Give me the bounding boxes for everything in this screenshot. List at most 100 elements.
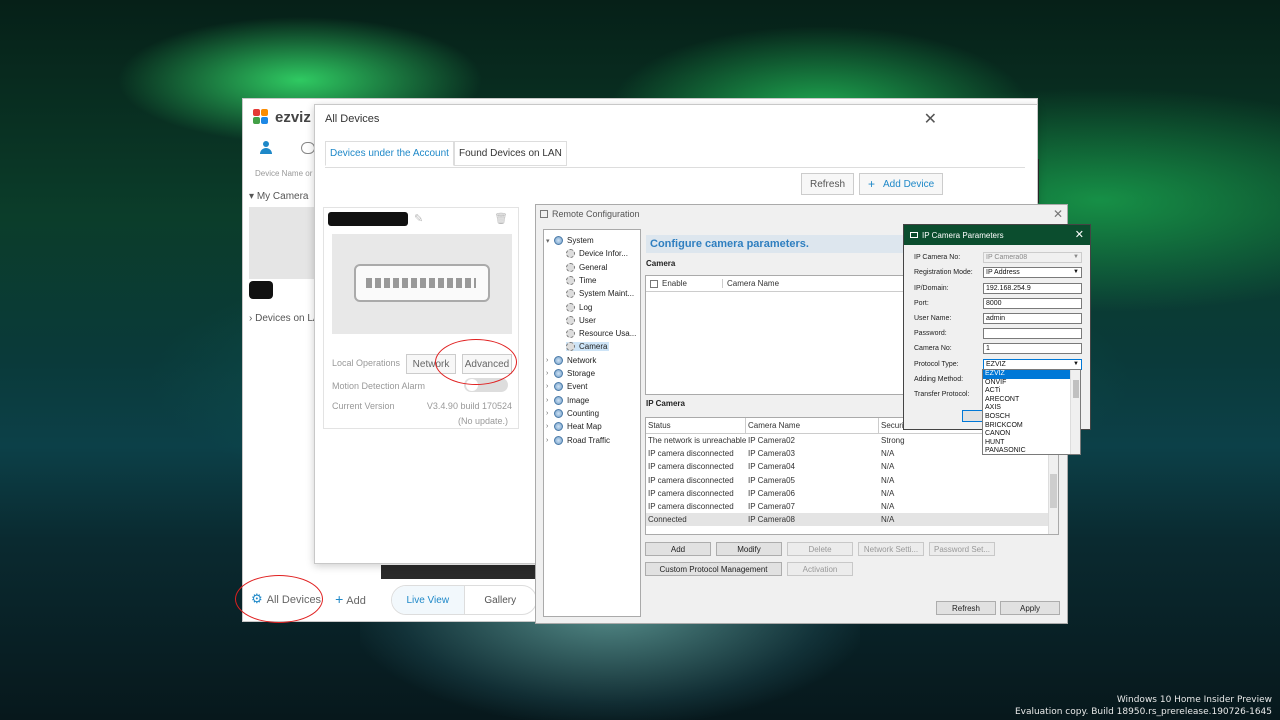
table-row[interactable]: IP camera disconnected IP Camera06 N/A [646,487,1058,500]
security-cell: N/A [881,462,895,472]
tree-item-log[interactable]: Log [566,302,594,312]
ezviz-side-nav [243,135,315,161]
expand-icon[interactable]: › [546,437,554,444]
gear-icon [566,275,575,285]
custom-protocol-button[interactable]: Custom Protocol Management [645,562,782,576]
modify-button[interactable]: Modify [716,542,782,556]
port-input[interactable]: 8000 [983,298,1082,309]
tab-found-devices-on-lan[interactable]: Found Devices on LAN [453,141,567,166]
add-button[interactable]: + Add [335,591,366,607]
expand-icon[interactable]: › [546,423,554,430]
expand-icon[interactable]: › [546,397,554,404]
protocol-option[interactable]: CANON [983,430,1080,439]
password-settings-button[interactable]: Password Set... [929,542,995,556]
ip-camera-no-select[interactable]: IP Camera08 ▼ [983,252,1082,263]
table-row[interactable]: Connected IP Camera08 N/A [646,513,1058,527]
tree-item-network[interactable]: › Network [546,355,598,365]
current-version-label: Current Version [332,401,395,411]
tree-item-time[interactable]: Time [566,275,598,285]
tree-item-system[interactable]: ▾ System [546,236,596,245]
tree-item-label: Time [579,275,597,285]
tree-item-device-infor[interactable]: Device Infor... [566,249,630,259]
protocol-option[interactable]: AXIS [983,404,1080,413]
registration-mode-select[interactable]: IP Address ▼ [983,267,1082,278]
tab-devices-under-account[interactable]: Devices under the Account [325,141,454,166]
expand-icon[interactable]: › [546,383,554,390]
close-icon[interactable]: ✕ [1053,207,1063,221]
view-switch: Live View Gallery [391,585,537,615]
protocol-option[interactable]: EZVIZ [983,370,1080,379]
camera-table-header: Enable Camera Name [646,276,944,292]
delete-button[interactable]: Delete [787,542,853,556]
delete-icon[interactable]: 🗑 [494,212,508,225]
tree-item-heat-map[interactable]: › Heat Map [546,422,604,432]
devices-on-lan-group[interactable]: › Devices on LA [249,313,320,324]
tree-item-general[interactable]: General [566,262,609,272]
enable-checkbox[interactable] [650,279,658,288]
close-icon[interactable]: ✕ [1075,228,1084,241]
my-camera-group[interactable]: ▾ My Camera [249,191,309,202]
device-search-input[interactable]: Device Name or [255,169,312,178]
tree-item-user[interactable]: User [566,315,598,325]
protocol-option[interactable]: ONVIF [983,379,1080,388]
tree-item-system-maint[interactable]: System Maint... [566,289,636,299]
ip-camera-no-label: IP Camera No: [914,254,961,261]
tree-item-road-traffic[interactable]: › Road Traffic [546,435,612,445]
tree-item-label: Storage [567,369,596,378]
expand-icon[interactable]: › [546,357,554,364]
tree-item-label: User [579,315,596,325]
password-input[interactable] [983,328,1082,339]
protocol-option[interactable]: BOSCH [983,413,1080,422]
ok-button[interactable] [962,410,984,422]
protocol-option[interactable]: BRICKCOM [983,422,1080,431]
network-settings-button[interactable]: Network Setti... [858,542,924,556]
activation-button[interactable]: Activation [787,562,853,576]
tree-item-counting[interactable]: › Counting [546,408,601,418]
ip-domain-input[interactable]: 192.168.254.9 [983,283,1082,294]
refresh-button[interactable]: Refresh [801,173,855,195]
status-cell: IP camera disconnected [648,488,734,498]
version-value: V3.4.90 build 170524 [426,401,512,411]
close-icon[interactable]: ✕ [924,109,937,129]
ip-domain-label: IP/Domain: [914,285,949,292]
table-row[interactable]: IP camera disconnected IP Camera05 N/A [646,474,1058,487]
add-button[interactable]: Add [645,542,711,556]
camera-name-cell: IP Camera06 [748,488,795,498]
tree-item-image[interactable]: › Image [546,395,591,405]
redacted-device-name [328,212,408,226]
tab-live-view[interactable]: Live View [392,586,464,614]
tree-item-event[interactable]: › Event [546,382,589,392]
col-status: Status [646,418,746,433]
protocol-option[interactable]: ARECONT [983,396,1080,405]
refresh-button[interactable]: Refresh [936,601,996,615]
status-cell: Connected [648,515,687,525]
protocol-option[interactable]: ACTi [983,387,1080,396]
tree-item-storage[interactable]: › Storage [546,369,597,378]
motion-alarm-label: Motion Detection Alarm [332,381,426,391]
gear-icon [566,302,575,312]
table-row[interactable]: IP camera disconnected IP Camera07 N/A [646,500,1058,513]
expand-icon[interactable]: › [546,370,554,377]
camera-thumbnail[interactable] [249,207,315,279]
user-icon[interactable] [259,141,273,155]
globe-icon [554,355,563,365]
status-cell: IP camera disconnected [648,475,734,485]
apply-button[interactable]: Apply [1000,601,1060,615]
message-icon[interactable] [301,142,315,154]
camera-no-input[interactable]: 1 [983,343,1082,354]
expand-icon[interactable]: ▾ [546,237,554,245]
edit-icon[interactable]: ✎ [414,212,423,225]
status-cell: IP camera disconnected [648,449,734,459]
dropdown-scrollbar[interactable] [1070,370,1080,454]
globe-icon [554,369,563,378]
protocol-option[interactable]: PANASONIC [983,447,1080,456]
add-device-button[interactable]: + Add Device [859,173,944,195]
user-name-input[interactable]: admin [983,313,1082,324]
table-row[interactable]: IP camera disconnected IP Camera04 N/A [646,460,1058,473]
tree-item-camera[interactable]: Camera [566,342,610,352]
camera-name-cell: IP Camera08 [748,515,795,525]
protocol-option[interactable]: HUNT [983,439,1080,448]
expand-icon[interactable]: › [546,410,554,417]
tree-item-resource-usa[interactable]: Resource Usa... [566,329,638,339]
tab-gallery[interactable]: Gallery [463,586,537,614]
